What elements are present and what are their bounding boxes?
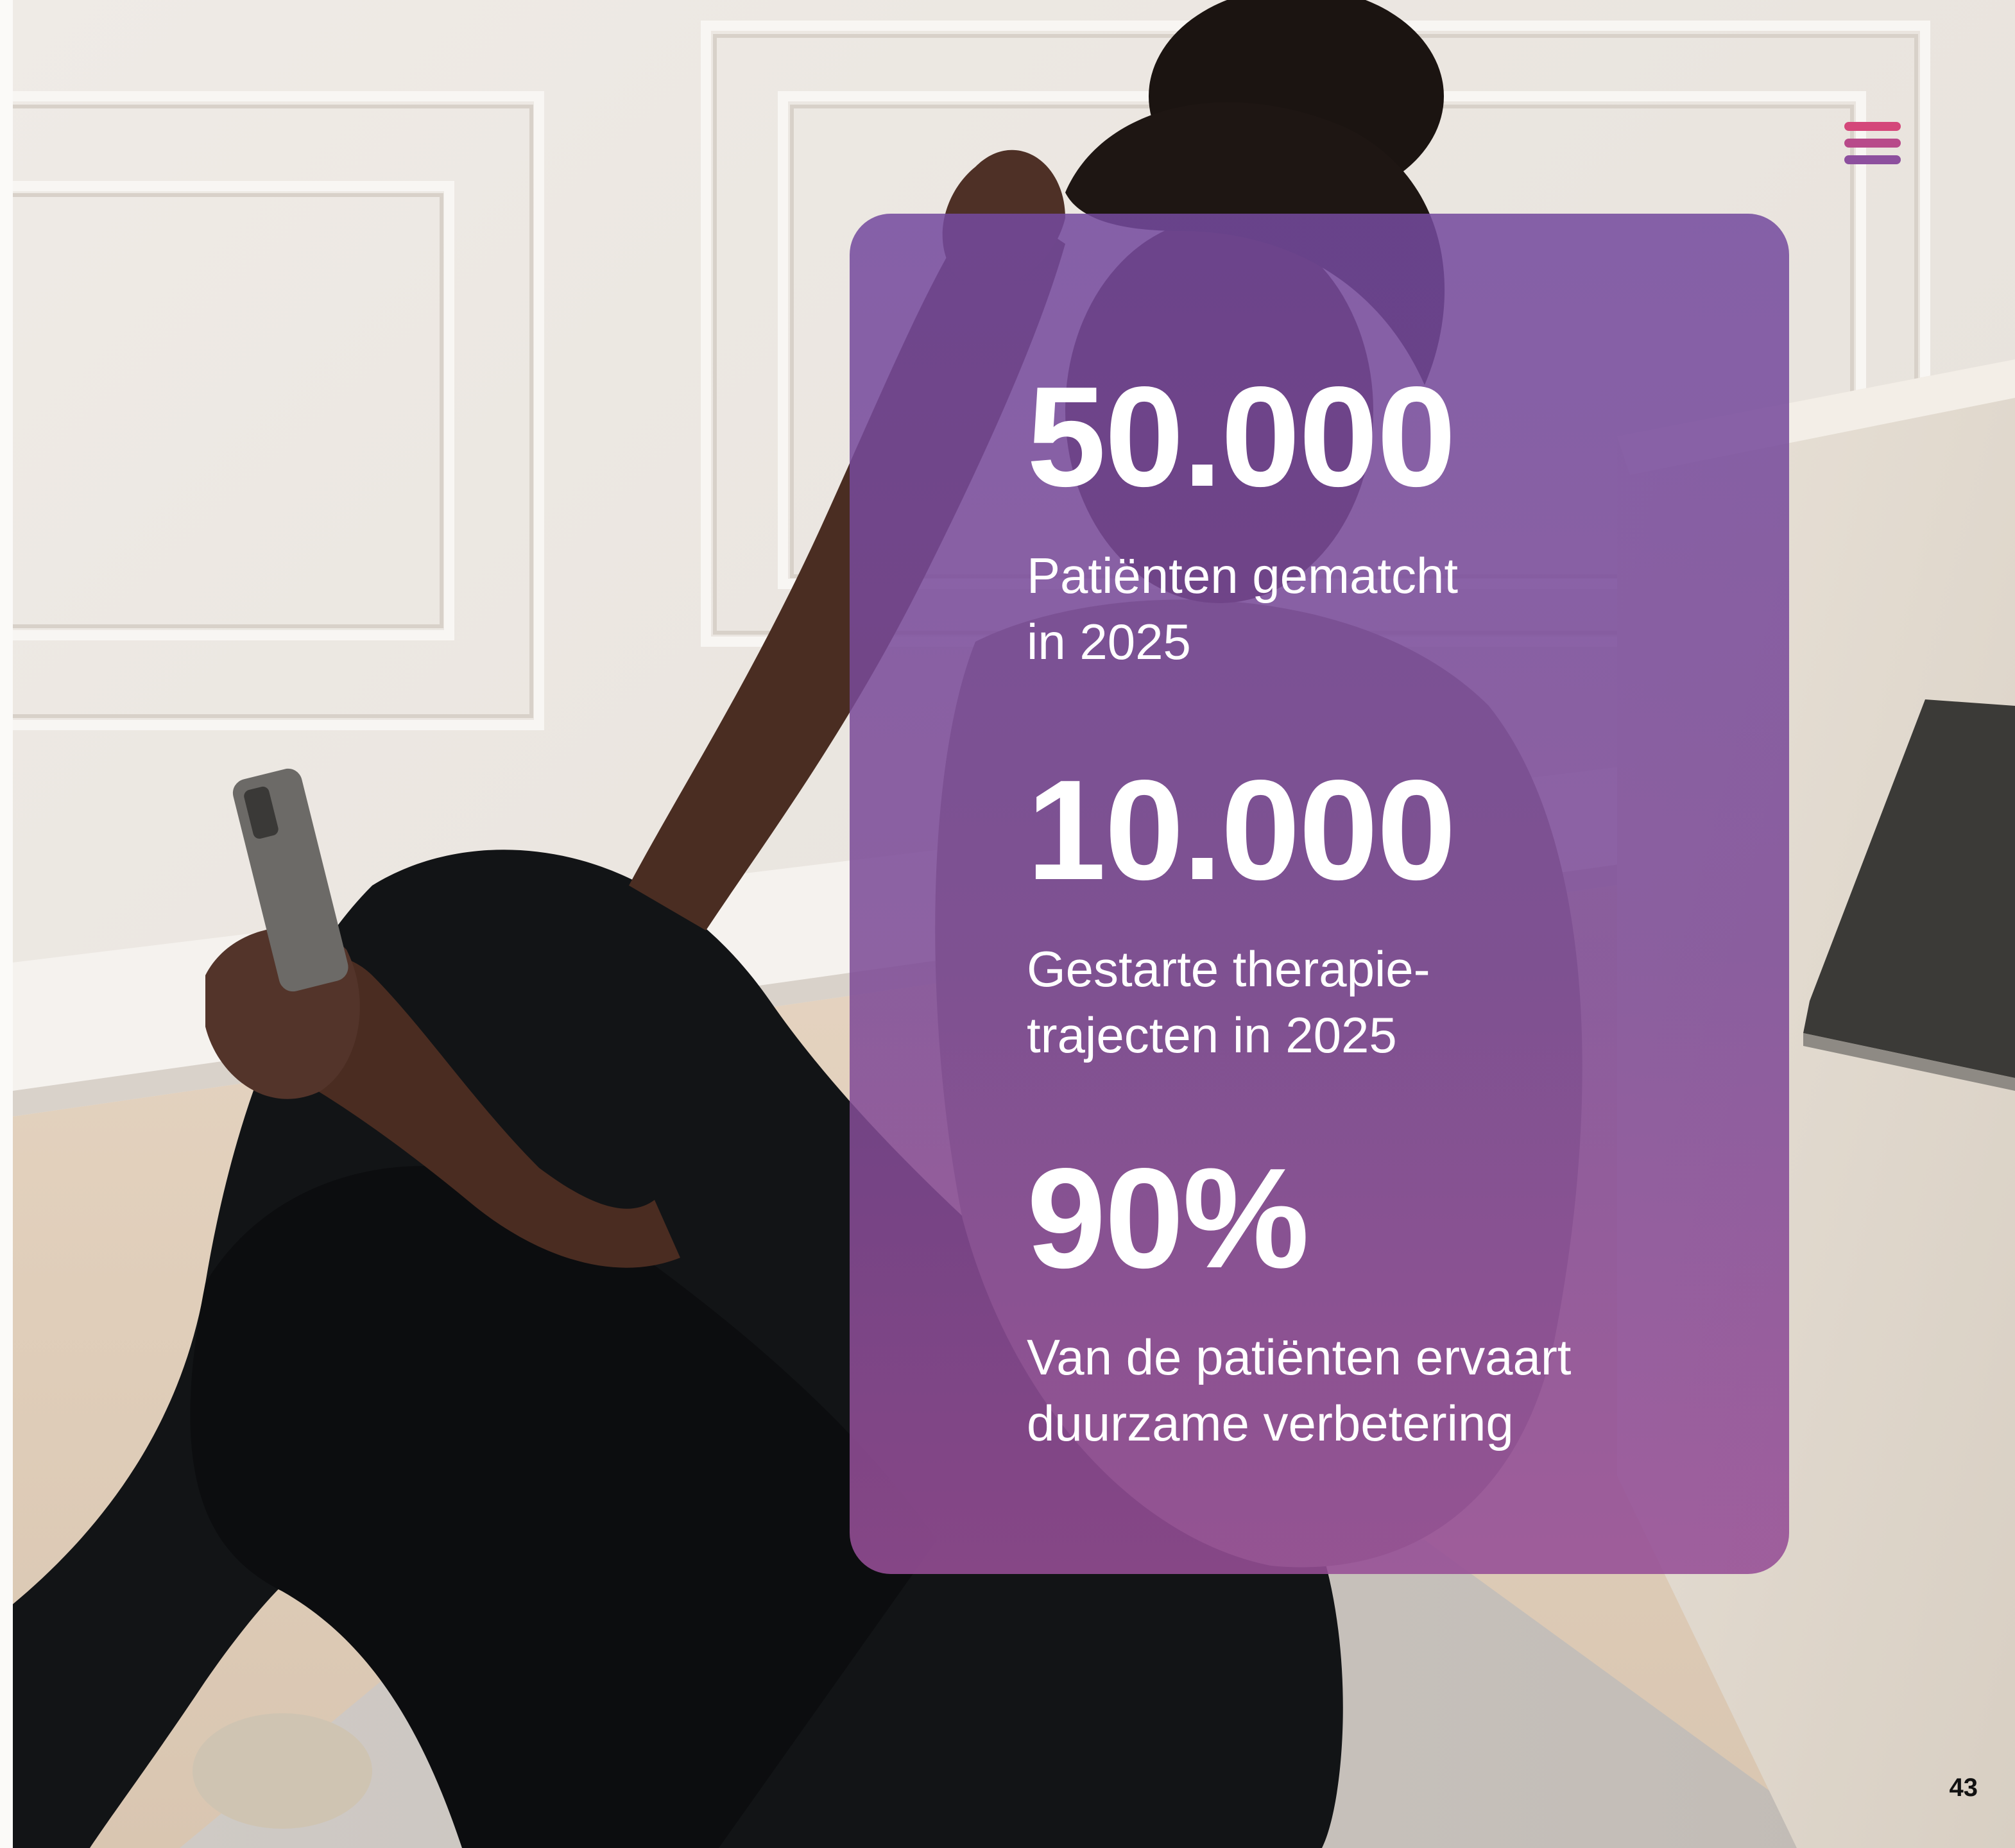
page: 50.000 Patiënten gematcht in 2025 10.000… [0,0,2015,1848]
stat-patients-matched: 50.000 Patiënten gematcht in 2025 [1027,366,1458,675]
stat-lasting-improvement: 90% Van de patiënten ervaart duurzame ve… [1027,1147,1571,1457]
stat-value: 90% [1027,1139,1309,1298]
stat-therapy-started: 10.000 Gestarte therapie- trajecten in 2… [1027,751,1456,1068]
stats-card: 50.000 Patiënten gematcht in 2025 10.000… [850,214,1789,1574]
stat-label: Patiënten gematcht in 2025 [1027,547,1459,670]
stat-label: Van de patiënten ervaart duurzame verbet… [1027,1329,1572,1451]
menu-bar-top [1844,122,1901,131]
hamburger-menu-icon[interactable] [1842,119,1903,168]
stat-value: 50.000 [1027,357,1456,517]
menu-bar-middle [1844,139,1901,148]
stat-label: Gestarte therapie- trajecten in 2025 [1027,941,1430,1063]
stat-value: 10.000 [1027,751,1456,910]
menu-bar-bottom [1844,155,1901,164]
page-number: 43 [1949,1774,1978,1802]
